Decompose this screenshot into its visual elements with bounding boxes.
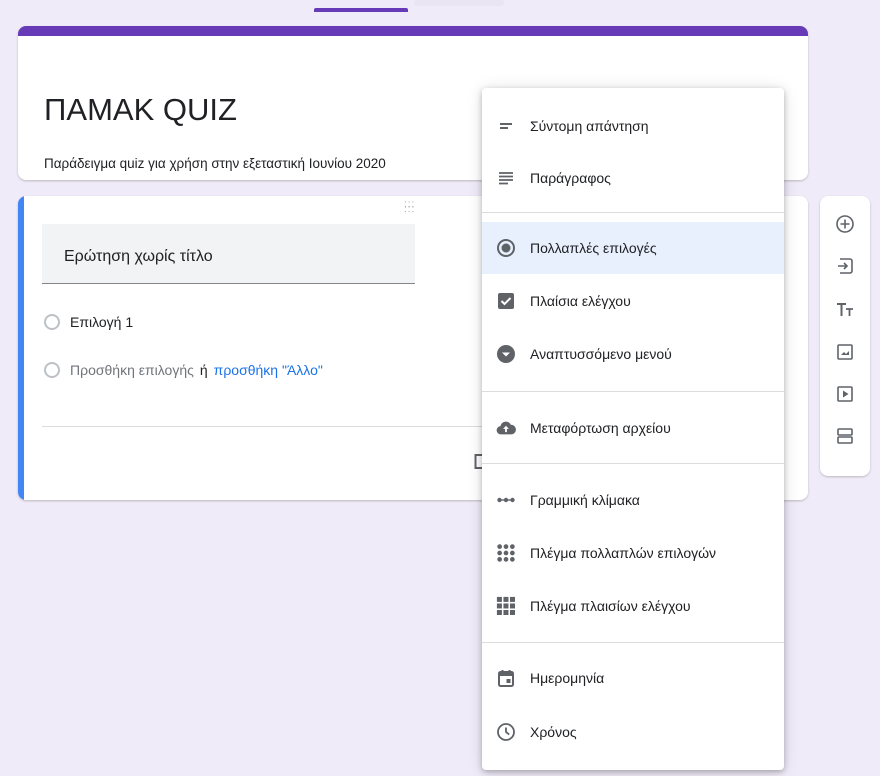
option-row[interactable]: Επιλογή 1 [44, 314, 133, 330]
menu-item-multiple-choice[interactable]: Πολλαπλές επιλογές [482, 222, 784, 274]
active-question-bar [18, 196, 24, 500]
menu-item-time[interactable]: Χρόνος [482, 706, 784, 758]
menu-item-label: Αναπτυσσόμενο μενού [530, 346, 672, 362]
menu-item-label: Μεταφόρτωση αρχείου [530, 420, 671, 436]
cloud-upload-icon [496, 418, 516, 438]
tab-strip [0, 0, 880, 12]
checkbox-grid-icon [496, 596, 516, 616]
question-divider [42, 426, 508, 427]
radio-checked-icon [496, 238, 516, 258]
form-title[interactable]: ΠΑΜΑΚ QUIZ [44, 92, 237, 128]
menu-item-label: Πολλαπλές επιλογές [530, 240, 657, 256]
or-text: ή [199, 362, 208, 378]
add-video-icon[interactable] [833, 382, 857, 406]
dropdown-icon [496, 344, 516, 364]
add-question-icon[interactable] [833, 212, 857, 236]
menu-item-label: Ημερομηνία [530, 670, 605, 686]
menu-item-linear-scale[interactable]: Γραμμική κλίμακα [482, 474, 784, 526]
menu-item-label: Γραμμική κλίμακα [530, 492, 640, 508]
paragraph-icon [496, 168, 516, 188]
active-tab-indicator [314, 8, 408, 12]
add-title-icon[interactable] [833, 298, 857, 322]
menu-item-label: Πλέγμα πολλαπλών επιλογών [530, 545, 717, 561]
menu-separator [482, 642, 784, 643]
short-answer-icon [496, 116, 516, 136]
radio-icon [44, 362, 60, 378]
menu-item-label: Χρόνος [530, 724, 577, 740]
question-title-field[interactable]: Ερώτηση χωρίς τίτλο [42, 224, 415, 284]
menu-item-date[interactable]: Ημερομηνία [482, 652, 784, 704]
menu-separator [482, 463, 784, 464]
menu-separator [482, 212, 784, 213]
radio-icon [44, 314, 60, 330]
drag-handle-icon[interactable]: :::::: [404, 200, 415, 215]
menu-item-checkboxes[interactable]: Πλαίσια ελέγχου [482, 275, 784, 327]
menu-item-dropdown[interactable]: Αναπτυσσόμενο μενού [482, 328, 784, 380]
tab-responses[interactable] [414, 0, 504, 6]
menu-item-label: Πλέγμα πλαισίων ελέγχου [530, 598, 691, 614]
add-option-row: Προσθήκη επιλογής ή προσθήκη "Άλλο" [44, 362, 323, 378]
menu-item-multiple-choice-grid[interactable]: Πλέγμα πολλαπλών επιλογών [482, 527, 784, 579]
option-label[interactable]: Επιλογή 1 [70, 314, 133, 330]
add-image-icon[interactable] [833, 340, 857, 364]
question-type-menu: Σύντομη απάντηση Παράγραφος Πολλαπλές επ… [482, 88, 784, 770]
clock-icon [496, 722, 516, 742]
add-other-link[interactable]: προσθήκη "Άλλο" [214, 362, 323, 378]
menu-item-label: Σύντομη απάντηση [530, 118, 649, 134]
menu-item-file-upload[interactable]: Μεταφόρτωση αρχείου [482, 402, 784, 454]
form-description[interactable]: Παράδειγμα quiz για χρήση στην εξεταστικ… [44, 156, 386, 171]
linear-scale-icon [496, 490, 516, 510]
import-questions-icon[interactable] [833, 254, 857, 278]
calendar-icon [496, 668, 516, 688]
floating-toolbar [820, 196, 870, 476]
radio-grid-icon [496, 543, 516, 563]
theme-accent-bar [18, 26, 808, 36]
menu-item-label: Πλαίσια ελέγχου [530, 293, 631, 309]
menu-item-label: Παράγραφος [530, 170, 611, 186]
add-option-link[interactable]: Προσθήκη επιλογής [70, 362, 194, 378]
menu-separator [482, 391, 784, 392]
checkbox-icon [496, 291, 516, 311]
question-title: Ερώτηση χωρίς τίτλο [64, 248, 213, 265]
menu-item-paragraph[interactable]: Παράγραφος [482, 152, 784, 204]
add-section-icon[interactable] [833, 424, 857, 448]
menu-item-checkbox-grid[interactable]: Πλέγμα πλαισίων ελέγχου [482, 580, 784, 632]
menu-item-short-answer[interactable]: Σύντομη απάντηση [482, 100, 784, 152]
